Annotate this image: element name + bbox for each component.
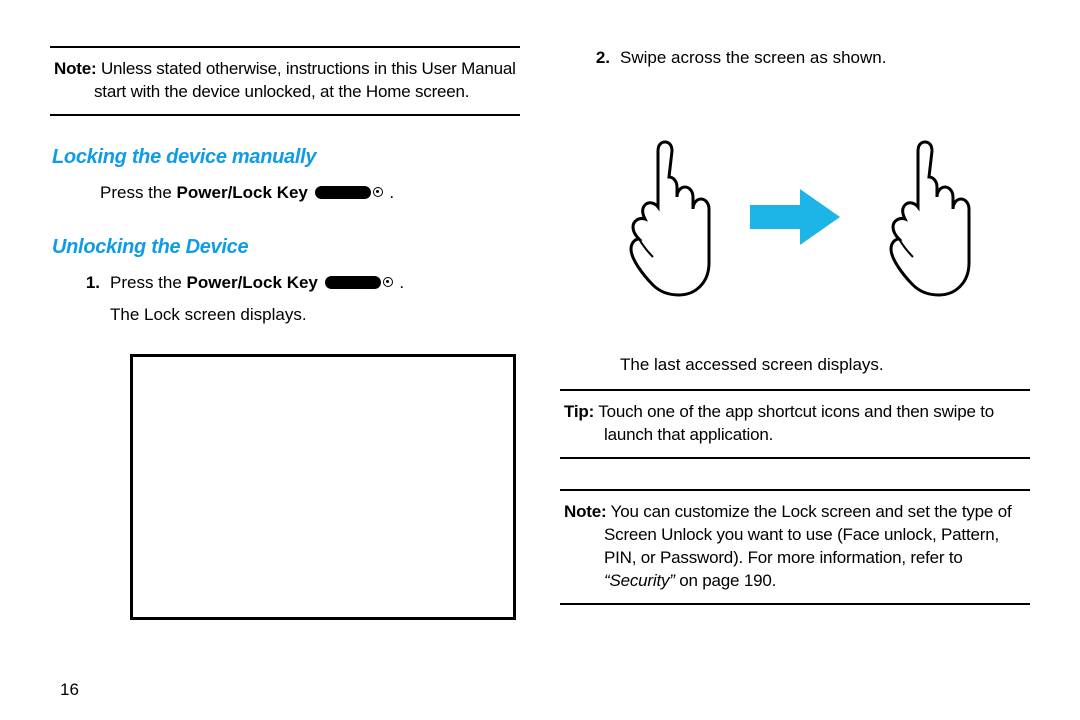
note-label: Note:: [54, 59, 96, 78]
heading-locking: Locking the device manually: [52, 146, 520, 169]
divider: [560, 389, 1030, 391]
heading-unlocking: Unlocking the Device: [52, 236, 520, 259]
swipe-gesture-illustration: [560, 137, 1030, 297]
power-lock-key-icon: [325, 276, 381, 289]
left-column: Note: Unless stated otherwise, instructi…: [50, 40, 520, 700]
power-lock-key-icon: [315, 186, 371, 199]
note-text-1: Unless stated otherwise, instructions in…: [96, 59, 515, 78]
note-block: Note: Unless stated otherwise, instructi…: [52, 58, 520, 104]
step-body: Swipe across the screen as shown.: [620, 46, 1030, 71]
arrow-right-icon: [750, 187, 840, 247]
power-indicator-icon: [383, 277, 393, 287]
manual-page: Note: Unless stated otherwise, instructi…: [0, 0, 1080, 720]
step-1: 1. Press the Power/Lock Key . The Lock s…: [50, 271, 520, 328]
text: Press the: [100, 183, 177, 202]
text: .: [395, 273, 404, 292]
note-line-3: PIN, or Password). For more information,…: [564, 547, 1028, 570]
divider: [560, 603, 1030, 605]
power-indicator-icon: [373, 187, 383, 197]
step-body: Press the Power/Lock Key . The Lock scre…: [110, 271, 520, 328]
divider: [50, 114, 520, 116]
instruction-line: Press the Power/Lock Key .: [100, 181, 520, 206]
text: Press the: [110, 273, 187, 292]
right-column: 2. Swipe across the screen as shown. The…: [560, 40, 1030, 700]
tip-text-2: launch that application.: [564, 424, 1028, 447]
hand-pointing-icon: [605, 137, 725, 297]
power-lock-key-label: Power/Lock Key: [177, 183, 308, 202]
text: on page 190.: [679, 571, 776, 590]
divider: [560, 489, 1030, 491]
divider: [50, 46, 520, 48]
tip-text-1: Touch one of the app shortcut icons and …: [594, 402, 994, 421]
tip-label: Tip:: [564, 402, 594, 421]
step-text: The Lock screen displays.: [110, 303, 520, 328]
spacer: [560, 465, 1030, 483]
page-number: 16: [60, 650, 520, 700]
lock-screen-placeholder: [130, 354, 516, 620]
note-text-2: start with the device unlocked, at the H…: [54, 81, 518, 104]
step-number: 2.: [560, 46, 620, 71]
step-2: 2. Swipe across the screen as shown.: [560, 46, 1030, 71]
tip-block: Tip: Touch one of the app shortcut icons…: [562, 401, 1030, 447]
note-label: Note:: [564, 502, 606, 521]
note-block-2: Note: You can customize the Lock screen …: [562, 501, 1030, 593]
hand-pointing-icon: [865, 137, 985, 297]
result-text: The last accessed screen displays.: [620, 353, 1030, 378]
security-reference: “Security”: [604, 571, 679, 590]
result-line: The last accessed screen displays.: [560, 353, 1030, 378]
text: PIN, or Password). For more information,…: [604, 548, 963, 567]
text: .: [385, 183, 394, 202]
power-lock-key-label: Power/Lock Key: [187, 273, 318, 292]
note-ref-line: “Security” on page 190.: [564, 570, 1028, 593]
step-number: 1.: [50, 271, 110, 296]
note-line-1: You can customize the Lock screen and se…: [606, 502, 1011, 521]
note-line-2: Screen Unlock you want to use (Face unlo…: [564, 524, 1028, 547]
divider: [560, 457, 1030, 459]
